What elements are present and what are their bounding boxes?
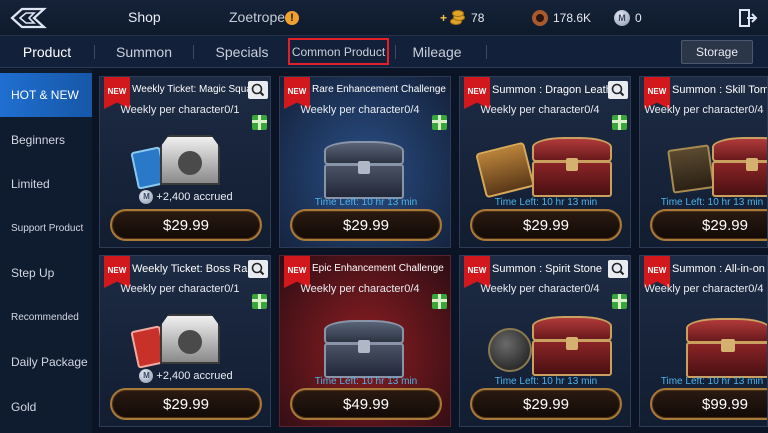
tab-mileage[interactable]: Mileage — [402, 36, 472, 68]
dragon-leather-chest-image — [460, 127, 630, 207]
price-button[interactable]: $29.99 — [290, 209, 442, 241]
top-bar: Shop Zoetrope ! + 78 178.6K M 0 — [0, 0, 768, 36]
gold-amount: 78 — [471, 11, 485, 25]
time-left: Time Left: 10 hr 13 min — [494, 376, 598, 387]
product-card[interactable]: NEW Summon : Dragon Leather Weekly per c… — [459, 76, 631, 248]
tab-highlight-box — [288, 38, 389, 65]
page-title: Shop — [128, 9, 161, 25]
tab-divider — [94, 45, 95, 59]
product-card[interactable]: NEW Summon : All-in-on Weekly per charac… — [639, 255, 768, 427]
price-button[interactable]: $29.99 — [110, 388, 262, 420]
product-card[interactable]: NEW Rare Enhancement Challenge Weekly pe… — [279, 76, 451, 248]
tab-bar: Product Summon Specials Common Product M… — [0, 36, 768, 68]
category-sidebar: HOT & NEW Beginners Limited Support Prod… — [0, 69, 92, 433]
spirit-stone-chest-image — [460, 306, 630, 386]
sidebar-item-recommended[interactable]: Recommended — [0, 296, 92, 340]
price-button[interactable]: $99.99 — [650, 388, 767, 420]
exit-icon — [739, 9, 758, 27]
price-button[interactable]: $49.99 — [290, 388, 442, 420]
gold-plus-sign: + — [440, 11, 448, 25]
sidebar-item-daily-package[interactable]: Daily Package — [0, 340, 92, 384]
tab-summon[interactable]: Summon — [108, 36, 180, 68]
accrued-text: +2,400 accrued — [156, 370, 233, 382]
gold-currency[interactable]: + 78 — [440, 8, 484, 28]
product-card[interactable]: NEW Summon : Spirit Stone Weekly per cha… — [459, 255, 631, 427]
skill-tome-chest-image — [640, 127, 767, 207]
mileage-amount: 0 — [635, 11, 642, 25]
product-card[interactable]: NEW Epic Enhancement Challenge Weekly pe… — [279, 255, 451, 427]
magnifier-icon — [251, 83, 265, 97]
purchase-limit: Weekly per character0/4 — [644, 283, 764, 295]
ring-currency[interactable]: 178.6K — [532, 8, 591, 28]
exit-button[interactable] — [738, 8, 758, 28]
product-title: Summon : Skill Tom — [672, 84, 768, 96]
time-left: Time Left: 10 hr 13 min — [494, 197, 598, 208]
zoom-button[interactable] — [608, 260, 628, 278]
product-title: Epic Enhancement Challenge — [312, 263, 444, 274]
time-left: Time Left: 10 hr 13 min — [314, 376, 418, 387]
magnifier-icon — [251, 262, 265, 276]
product-title: Rare Enhancement Challenge — [312, 84, 446, 95]
magnifier-icon — [611, 83, 625, 97]
magnifier-icon — [611, 262, 625, 276]
product-card[interactable]: NEW Weekly Ticket: Magic Square Weekly p… — [99, 76, 271, 248]
tab-specials[interactable]: Specials — [206, 36, 278, 68]
back-arrow-icon — [10, 7, 47, 29]
price-button[interactable]: $29.99 — [470, 388, 622, 420]
purchase-limit: Weekly per character0/4 — [480, 283, 600, 295]
tab-divider — [486, 45, 487, 59]
sidebar-item-step-up[interactable]: Step Up — [0, 251, 92, 295]
all-in-one-chest-image — [640, 306, 767, 386]
purchase-limit: Weekly per character0/1 — [120, 283, 240, 295]
product-card[interactable]: NEW Weekly Ticket: Boss Raid Weekly per … — [99, 255, 271, 427]
product-title: Summon : Dragon Leather — [492, 84, 622, 96]
sidebar-item-support-product[interactable]: Support Product — [0, 207, 92, 251]
time-left: Time Left: 10 hr 13 min — [314, 197, 418, 208]
zoom-button[interactable] — [248, 81, 268, 99]
purchase-limit: Weekly per character0/4 — [300, 104, 420, 116]
price-button[interactable]: $29.99 — [110, 209, 262, 241]
mileage-currency[interactable]: M 0 — [614, 8, 642, 28]
product-title: Weekly Ticket: Boss Raid — [132, 263, 256, 275]
tab-divider — [193, 45, 194, 59]
sidebar-item-beginners[interactable]: Beginners — [0, 118, 92, 162]
zoom-button[interactable] — [608, 81, 628, 99]
character-name: Zoetrope — [229, 9, 286, 25]
purchase-limit: Weekly per character0/4 — [300, 283, 420, 295]
time-left: Time Left: 10 hr 13 min — [660, 376, 764, 387]
price-button[interactable]: $29.99 — [470, 209, 622, 241]
time-left: Time Left: 10 hr 13 min — [660, 197, 764, 208]
mileage-m-icon: M — [614, 10, 630, 26]
tab-divider — [395, 45, 396, 59]
product-title: Summon : All-in-on — [672, 263, 765, 275]
accrued-text: +2,400 accrued — [156, 191, 233, 203]
accrued-mileage: M +2,400 accrued — [100, 369, 270, 383]
mileage-m-icon: M — [139, 190, 154, 204]
exclamation-icon[interactable]: ! — [285, 11, 299, 25]
gold-coins-icon — [448, 10, 466, 26]
product-card[interactable]: NEW Summon : Skill Tom Weekly per charac… — [639, 76, 768, 248]
purchase-limit: Weekly per character0/1 — [120, 104, 240, 116]
sidebar-item-hot-new[interactable]: HOT & NEW — [0, 73, 92, 117]
purchase-limit: Weekly per character0/4 — [644, 104, 764, 116]
storage-button[interactable]: Storage — [681, 40, 753, 64]
price-button[interactable]: $29.99 — [650, 209, 767, 241]
purchase-limit: Weekly per character0/4 — [480, 104, 600, 116]
ring-amount: 178.6K — [553, 11, 592, 25]
chest-image — [280, 127, 450, 207]
product-title: Summon : Spirit Stone — [492, 263, 603, 275]
accrued-mileage: M +2,400 accrued — [100, 190, 270, 204]
sidebar-item-limited[interactable]: Limited — [0, 162, 92, 206]
zoom-button[interactable] — [248, 260, 268, 278]
tab-product[interactable]: Product — [12, 36, 82, 68]
mileage-m-icon: M — [139, 369, 154, 383]
chest-image — [280, 306, 450, 386]
ring-icon — [532, 10, 548, 26]
product-title: Weekly Ticket: Magic Square — [132, 84, 261, 95]
back-button[interactable] — [8, 5, 48, 31]
sidebar-item-gold[interactable]: Gold — [0, 385, 92, 429]
